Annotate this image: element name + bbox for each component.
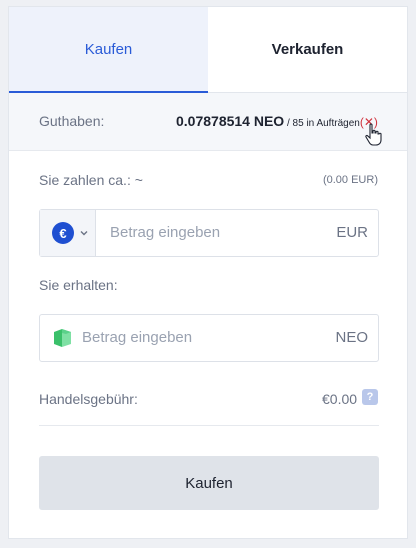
pay-converted-value: (0.00 EUR) bbox=[322, 174, 378, 186]
receive-currency-label: NEO bbox=[335, 329, 368, 346]
help-icon[interactable]: ? bbox=[362, 389, 378, 405]
buy-button[interactable]: Kaufen bbox=[39, 456, 379, 510]
pay-label: Sie zahlen ca.: ~ bbox=[39, 172, 143, 188]
trade-tabs: Kaufen Verkaufen bbox=[9, 7, 407, 93]
receive-amount-field[interactable]: Betrag eingeben NEO bbox=[39, 314, 379, 362]
fee-value: €0.00 bbox=[322, 391, 358, 407]
tab-buy[interactable]: Kaufen bbox=[9, 7, 208, 93]
currency-select[interactable]: € bbox=[40, 210, 96, 256]
balance-row: Guthaben: 0.07878514 NEO / 85 in Aufträg… bbox=[9, 93, 407, 151]
balance-label: Guthaben: bbox=[39, 113, 105, 129]
balance-amount: 0.07878514 NEO bbox=[176, 113, 285, 129]
receive-amount-placeholder: Betrag eingeben bbox=[82, 329, 193, 346]
chevron-down-icon bbox=[80, 231, 88, 236]
trade-card: Kaufen Verkaufen Guthaben: 0.07878514 NE… bbox=[8, 6, 408, 539]
orders-amount: / 85 in Aufträgen bbox=[284, 118, 360, 129]
pay-amount-placeholder: Betrag eingeben bbox=[110, 224, 221, 241]
fee-label: Handelsgebühr: bbox=[39, 391, 138, 407]
tab-sell[interactable]: Verkaufen bbox=[208, 7, 407, 93]
hand-cursor-icon bbox=[365, 123, 382, 146]
neo-icon bbox=[54, 329, 71, 347]
pay-amount-field[interactable]: € Betrag eingeben EUR bbox=[39, 209, 379, 257]
balance-value: 0.07878514 NEO / 85 in Aufträgen(✕) bbox=[176, 113, 378, 129]
receive-label: Sie erhalten: bbox=[39, 277, 118, 293]
divider bbox=[39, 425, 379, 426]
euro-icon: € bbox=[52, 222, 74, 244]
pay-currency-label: EUR bbox=[336, 224, 368, 241]
